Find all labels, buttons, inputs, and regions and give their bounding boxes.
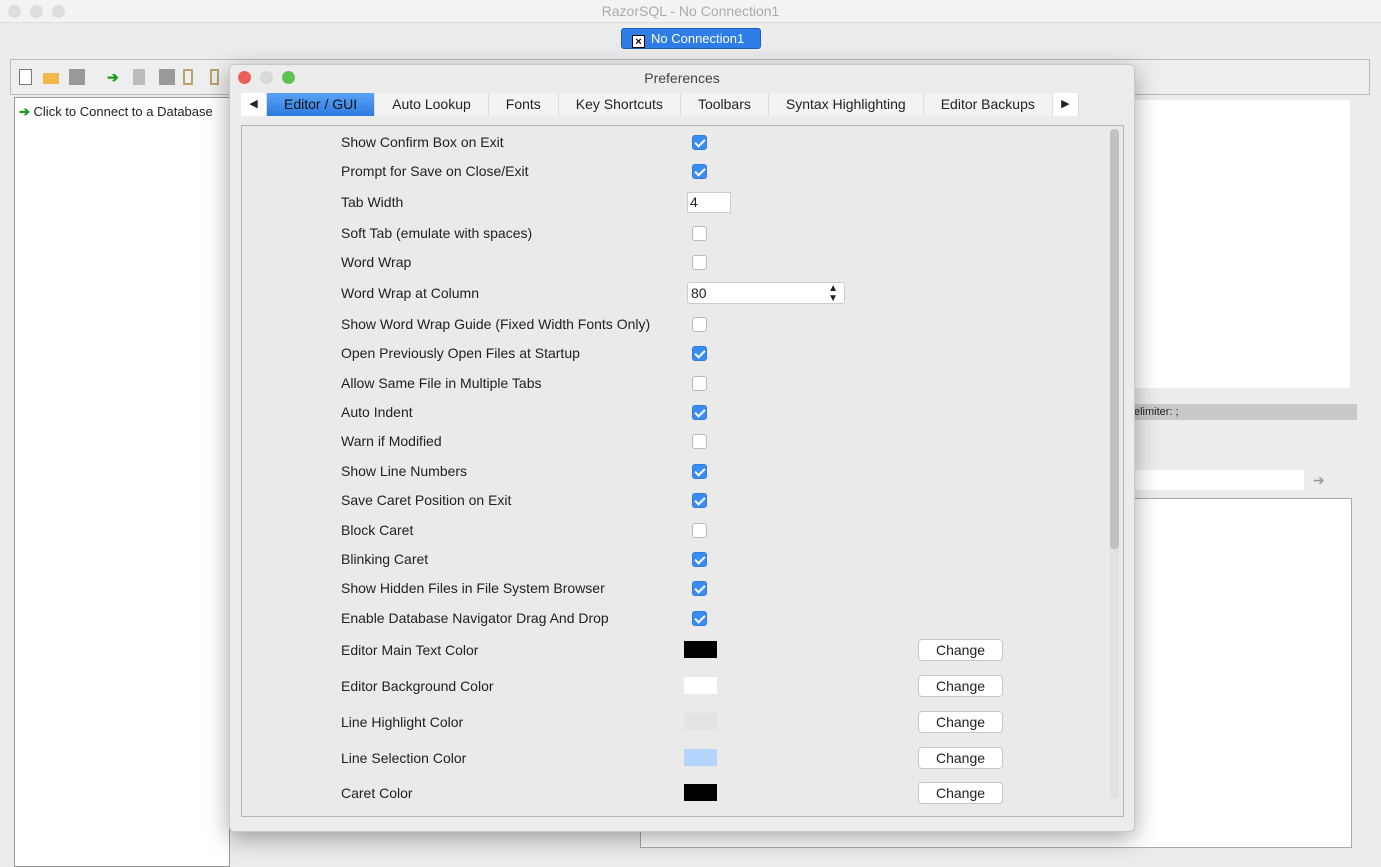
setting-checkbox[interactable] xyxy=(692,552,707,567)
color-setting-label: Caret Color xyxy=(341,785,413,801)
tab-toolbars[interactable]: Toolbars xyxy=(680,93,769,116)
connect-icon: ➔ xyxy=(19,104,30,119)
open-folder-icon[interactable] xyxy=(43,73,59,84)
setting-checkbox[interactable] xyxy=(692,226,707,241)
database-icon[interactable] xyxy=(210,69,219,85)
wrap-column-value: 80 xyxy=(691,285,707,301)
change-color-button[interactable]: Change xyxy=(918,675,1003,697)
status-bar: elimiter: ; xyxy=(1130,404,1357,420)
tab-editor-gui[interactable]: Editor / GUI xyxy=(267,93,376,116)
setting-label: Show Line Numbers xyxy=(341,463,468,479)
tab-width-input[interactable]: 4 xyxy=(687,192,731,213)
setting-checkbox[interactable] xyxy=(692,405,707,420)
arrow-right-icon[interactable]: ➔ xyxy=(1313,472,1325,489)
setting-checkbox[interactable] xyxy=(692,317,707,332)
new-file-icon[interactable] xyxy=(19,69,32,85)
dialog-title: Preferences xyxy=(644,70,720,86)
setting-label: Prompt for Save on Close/Exit xyxy=(341,163,529,179)
connect-to-database-item[interactable]: ➔ Click to Connect to a Database xyxy=(19,104,213,120)
minimize-window-button[interactable] xyxy=(30,5,43,18)
app-title: RazorSQL - No Connection1 xyxy=(601,3,780,19)
database-navigator: ➔ Click to Connect to a Database xyxy=(14,97,230,867)
dialog-minimize-button xyxy=(260,71,273,84)
setting-label: Show Word Wrap Guide (Fixed Width Fonts … xyxy=(341,316,651,332)
editor-area[interactable] xyxy=(1134,100,1350,388)
connection-tab[interactable]: × No Connection1 xyxy=(621,28,761,49)
setting-checkbox[interactable] xyxy=(692,164,707,179)
vertical-scrollbar[interactable] xyxy=(1110,129,1119,799)
tab-fonts[interactable]: Fonts xyxy=(488,93,559,116)
tab-width-label: Tab Width xyxy=(341,194,404,210)
setting-checkbox[interactable] xyxy=(692,611,707,626)
tab-scroll-right[interactable]: ▶ xyxy=(1052,93,1079,116)
close-tab-icon[interactable]: × xyxy=(632,35,645,48)
color-swatch xyxy=(684,713,717,730)
setting-checkbox[interactable] xyxy=(692,135,707,150)
color-setting-label: Line Selection Color xyxy=(341,750,467,766)
setting-label: Word Wrap xyxy=(341,254,412,270)
connection-tab-label: No Connection1 xyxy=(651,31,745,46)
color-swatch xyxy=(684,749,717,766)
connect-label: Click to Connect to a Database xyxy=(33,104,213,119)
change-color-button[interactable]: Change xyxy=(918,711,1003,733)
tab-key-shortcuts[interactable]: Key Shortcuts xyxy=(558,93,681,116)
connect-icon[interactable]: ➔ xyxy=(107,69,123,85)
change-color-button[interactable]: Change xyxy=(918,639,1003,661)
setting-label: Warn if Modified xyxy=(341,433,442,449)
copy-icon[interactable] xyxy=(159,69,175,85)
save-icon[interactable] xyxy=(69,69,85,85)
setting-checkbox[interactable] xyxy=(692,376,707,391)
dialog-close-button[interactable] xyxy=(238,71,251,84)
tab-syntax-highlighting[interactable]: Syntax Highlighting xyxy=(768,93,924,116)
setting-checkbox[interactable] xyxy=(692,581,707,596)
close-window-button[interactable] xyxy=(8,5,21,18)
setting-label: Show Hidden Files in File System Browser xyxy=(341,580,605,596)
preferences-tabs: ◀ Editor / GUI Auto Lookup Fonts Key Sho… xyxy=(241,93,1079,116)
setting-label: Save Caret Position on Exit xyxy=(341,492,512,508)
wrap-column-label: Word Wrap at Column xyxy=(341,285,479,301)
new-db-icon[interactable] xyxy=(183,69,193,85)
change-color-button[interactable]: Change xyxy=(918,747,1003,769)
app-title-bar: RazorSQL - No Connection1 xyxy=(0,0,1381,23)
scrollbar-thumb[interactable] xyxy=(1110,129,1119,549)
setting-label: Enable Database Navigator Drag And Drop xyxy=(341,610,609,626)
setting-label: Auto Indent xyxy=(341,404,413,420)
color-setting-label: Line Highlight Color xyxy=(341,714,464,730)
setting-checkbox[interactable] xyxy=(692,434,707,449)
spinner-arrows-icon[interactable]: ▲ ▼ xyxy=(828,284,838,304)
wrap-column-spinner[interactable]: 80 ▲ ▼ xyxy=(687,282,845,304)
dialog-zoom-button[interactable] xyxy=(282,71,295,84)
color-swatch xyxy=(684,677,717,694)
setting-label: Open Previously Open Files at Startup xyxy=(341,345,580,361)
preferences-dialog: Preferences ◀ Editor / GUI Auto Lookup F… xyxy=(229,64,1135,832)
zoom-window-button[interactable] xyxy=(52,5,65,18)
setting-checkbox[interactable] xyxy=(692,523,707,538)
setting-checkbox[interactable] xyxy=(692,464,707,479)
setting-label: Soft Tab (emulate with spaces) xyxy=(341,225,533,241)
disconnect-icon[interactable] xyxy=(133,69,145,85)
setting-label: Show Confirm Box on Exit xyxy=(341,134,504,150)
color-setting-label: Editor Background Color xyxy=(341,678,494,694)
tab-editor-backups[interactable]: Editor Backups xyxy=(923,93,1053,116)
tab-auto-lookup[interactable]: Auto Lookup xyxy=(375,93,489,116)
setting-label: Allow Same File in Multiple Tabs xyxy=(341,375,542,391)
editor-gui-settings: Show Confirm Box on Exit Prompt for Save … xyxy=(241,125,1124,817)
color-swatch xyxy=(684,641,717,658)
tab-scroll-left[interactable]: ◀ xyxy=(241,93,267,116)
setting-checkbox[interactable] xyxy=(692,493,707,508)
color-swatch xyxy=(684,784,717,801)
filter-input[interactable] xyxy=(1134,470,1304,490)
setting-label: Blinking Caret xyxy=(341,551,429,567)
setting-checkbox[interactable] xyxy=(692,255,707,270)
setting-label: Block Caret xyxy=(341,522,414,538)
setting-checkbox[interactable] xyxy=(692,346,707,361)
change-color-button[interactable]: Change xyxy=(918,782,1003,804)
color-setting-label: Editor Main Text Color xyxy=(341,642,479,658)
